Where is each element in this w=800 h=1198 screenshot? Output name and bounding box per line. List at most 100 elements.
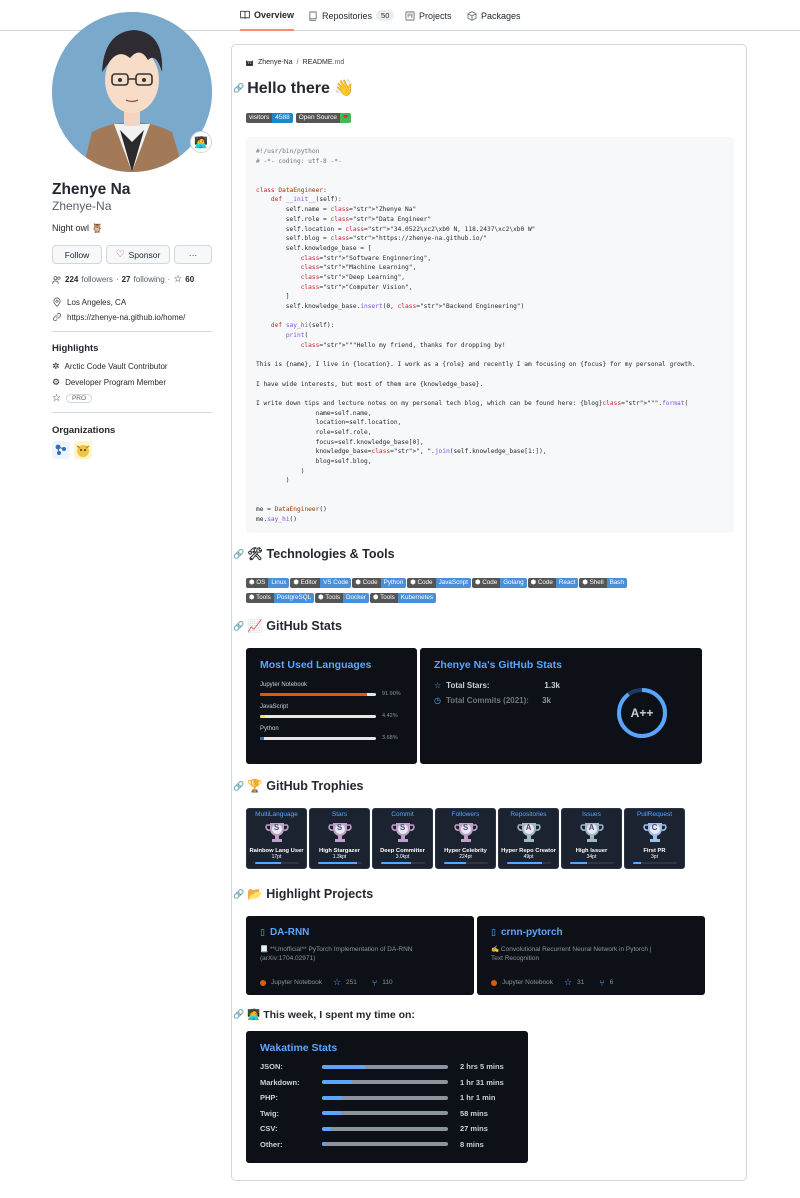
organization-avatar[interactable]	[74, 441, 92, 459]
most-used-languages-card[interactable]: Most Used Languages Jupyter Notebook 91.9…	[246, 648, 417, 764]
anchor-link-icon[interactable]: 🔗	[233, 1009, 244, 1020]
badge-value: VS Code	[320, 578, 352, 588]
anchor-link-icon[interactable]: 🔗	[233, 781, 244, 792]
sponsor-button[interactable]: ♡ Sponsor	[106, 245, 170, 264]
anchor-link-icon[interactable]: 🔗	[233, 889, 244, 900]
tech-badge[interactable]: ⬢ Code React	[527, 578, 579, 588]
trophy-card[interactable]: Stars S High Stargazer 1.3kpt	[309, 808, 370, 869]
website-link[interactable]: https://zhenye-na.github.io/home/	[67, 313, 185, 322]
wakatime-row: Markdown: 1 hr 31 mins	[260, 1075, 520, 1091]
trophy-category: Repositories	[510, 811, 547, 818]
wakatime-bar	[322, 1095, 448, 1100]
trophy-progress-bar	[632, 862, 677, 864]
open-source-badge[interactable]: Open Source ❤	[295, 113, 352, 123]
tech-badge[interactable]: ⬢ Tools Kubernetes	[369, 593, 437, 603]
visitors-badge[interactable]: visitors 4588	[246, 113, 293, 123]
code-block: #!/usr/bin/python # -*- coding: utf-8 -*-…	[246, 137, 734, 533]
language-progress-fill	[260, 714, 266, 718]
trophy-progress-bar	[380, 862, 425, 864]
trophy-card[interactable]: Followers S Hyper Celebrity 224pt	[435, 808, 496, 869]
wakatime-list: JSON: 2 hrs 5 mins Markdown: 1 hr 31 mins PH…	[260, 1059, 520, 1152]
tab-repositories[interactable]: Repositories 50	[308, 0, 395, 31]
code-line: self.location = class="str">"34.0522\xc2…	[256, 225, 536, 233]
followers-label[interactable]: followers	[81, 275, 113, 284]
language-percent: 91.90%	[382, 691, 401, 697]
anchor-link-icon[interactable]: 🔗	[233, 83, 244, 94]
organization-avatar[interactable]	[52, 441, 70, 459]
code-line: self.blog = class="str">"https://zhenye-…	[256, 235, 487, 243]
wakatime-bar	[322, 1126, 448, 1131]
follow-button[interactable]: Follow	[52, 245, 102, 264]
wakatime-row: Twig: 58 mins	[260, 1106, 520, 1122]
language-item: JavaScript 4.42%	[260, 704, 406, 719]
highlight-label[interactable]: Developer Program Member	[65, 378, 166, 387]
wakatime-bar	[322, 1142, 448, 1147]
tech-badge[interactable]: ⬢ Code Python	[352, 578, 407, 588]
wakatime-row: JSON: 2 hrs 5 mins	[260, 1059, 520, 1075]
readme-owner[interactable]: Zhenye-Na	[258, 59, 293, 66]
highlight-label[interactable]: Arctic Code Vault Contributor	[65, 362, 168, 371]
avatar[interactable]	[52, 12, 212, 172]
commits-value: 3k	[542, 696, 551, 705]
separator-dot: ·	[167, 275, 171, 284]
code-lines: #!/usr/bin/python # -*- coding: utf-8 -*-…	[256, 147, 724, 525]
tab-packages[interactable]: Packages	[467, 0, 521, 31]
trophy-card[interactable]: PullRequest C First PR 3pt	[624, 808, 685, 869]
wakatime-card[interactable]: Wakatime Stats JSON: 2 hrs 5 mins Markdown…	[246, 1031, 528, 1163]
wakatime-bar	[322, 1080, 448, 1085]
highlight-item: ☆ PRO	[52, 393, 93, 404]
code-line: class="str">"Software Enginnering",	[300, 254, 432, 262]
following-label[interactable]: following	[134, 275, 165, 284]
code-line: This is {name}, I live in {location}. I …	[256, 361, 696, 369]
star-icon: ☆	[434, 681, 442, 690]
code-line: #!/usr/bin/python	[256, 148, 320, 155]
stars-count[interactable]: 60	[185, 275, 194, 284]
project-card[interactable]: ▯ DA-RNN 📃 **Unofficial** PyTorch Implemen…	[246, 916, 474, 995]
tech-badge[interactable]: ⬢ Editor VS Code	[290, 578, 352, 588]
trophy-rank: A	[525, 823, 532, 832]
tab-overview[interactable]: Overview	[240, 0, 295, 31]
link-icon	[52, 312, 62, 322]
heading-text: 🏆 GitHub Trophies	[247, 779, 364, 793]
star-icon: ☆	[173, 274, 183, 285]
tech-badge[interactable]: ⬢ Code JavaScript	[407, 578, 471, 588]
tech-badge[interactable]: ⬢ Tools PostgreSQL	[246, 593, 315, 603]
code-line: role=self.role,	[256, 428, 372, 436]
repo-icon: ▯	[260, 927, 265, 937]
tech-badge[interactable]: ⬢ OS Linux	[246, 578, 290, 588]
code-line: self.knowledge_base.insert(0, class="str…	[256, 303, 525, 310]
trophy-card[interactable]: Commit S Deep Committer 3.0kpt	[372, 808, 433, 869]
badge-value: Bash	[606, 578, 627, 588]
project-name[interactable]: crnn-pytorch	[501, 927, 563, 938]
wakatime-language: Twig:	[260, 1108, 280, 1118]
languages-card-title: Most Used Languages	[260, 659, 372, 671]
language-color-dot	[260, 979, 266, 986]
anchor-link-icon[interactable]: 🔗	[233, 549, 244, 560]
anchor-link-icon[interactable]: 🔗	[233, 621, 244, 632]
tech-badge[interactable]: ⬢ Code Golang	[471, 578, 527, 588]
trophy-card[interactable]: Repositories A Hyper Repo Creator 49pt	[498, 808, 559, 869]
trophy-card[interactable]: Issues A High Issuer 34pt	[561, 808, 622, 869]
followers-count[interactable]: 224	[65, 275, 78, 284]
trophy-points: 49pt	[523, 854, 534, 860]
wakatime-time: 27 mins	[460, 1124, 488, 1134]
more-options-button[interactable]: ···	[174, 245, 212, 264]
badge-value: React	[555, 578, 579, 588]
following-count[interactable]: 27	[122, 275, 131, 284]
github-trophies-heading: 🔗 🏆 GitHub Trophies	[233, 779, 363, 794]
tech-badge[interactable]: ⬢ Tools Docker	[315, 593, 369, 603]
readme-filename[interactable]: README	[303, 59, 333, 66]
trophy-card[interactable]: MultiLanguage S Rainbow Lang User 17pt	[246, 808, 307, 869]
project-name[interactable]: DA-RNN	[270, 927, 309, 938]
tech-badge[interactable]: ⬢ Shell Bash	[579, 578, 627, 588]
languages-list: Jupyter Notebook 91.90% JavaScript 4.42% Pyt…	[260, 682, 406, 748]
code-line: self.role = class="str">"Data Engineer"	[256, 215, 432, 223]
tab-projects[interactable]: Projects	[405, 0, 452, 31]
wakatime-time: 58 mins	[460, 1108, 488, 1118]
status-emoji[interactable]: 🧑‍💻	[190, 131, 212, 153]
trophy-points: 17pt	[271, 854, 282, 860]
code-line: I have wide interests, but most of them …	[256, 380, 484, 388]
profile-bio: Night owl 🦉	[52, 223, 103, 233]
github-stats-card[interactable]: Zhenye Na's GitHub Stats ☆ Total Stars: …	[420, 648, 702, 764]
project-card[interactable]: ▯ crnn-pytorch ✍️ Convolutional Recurrent …	[477, 916, 705, 995]
